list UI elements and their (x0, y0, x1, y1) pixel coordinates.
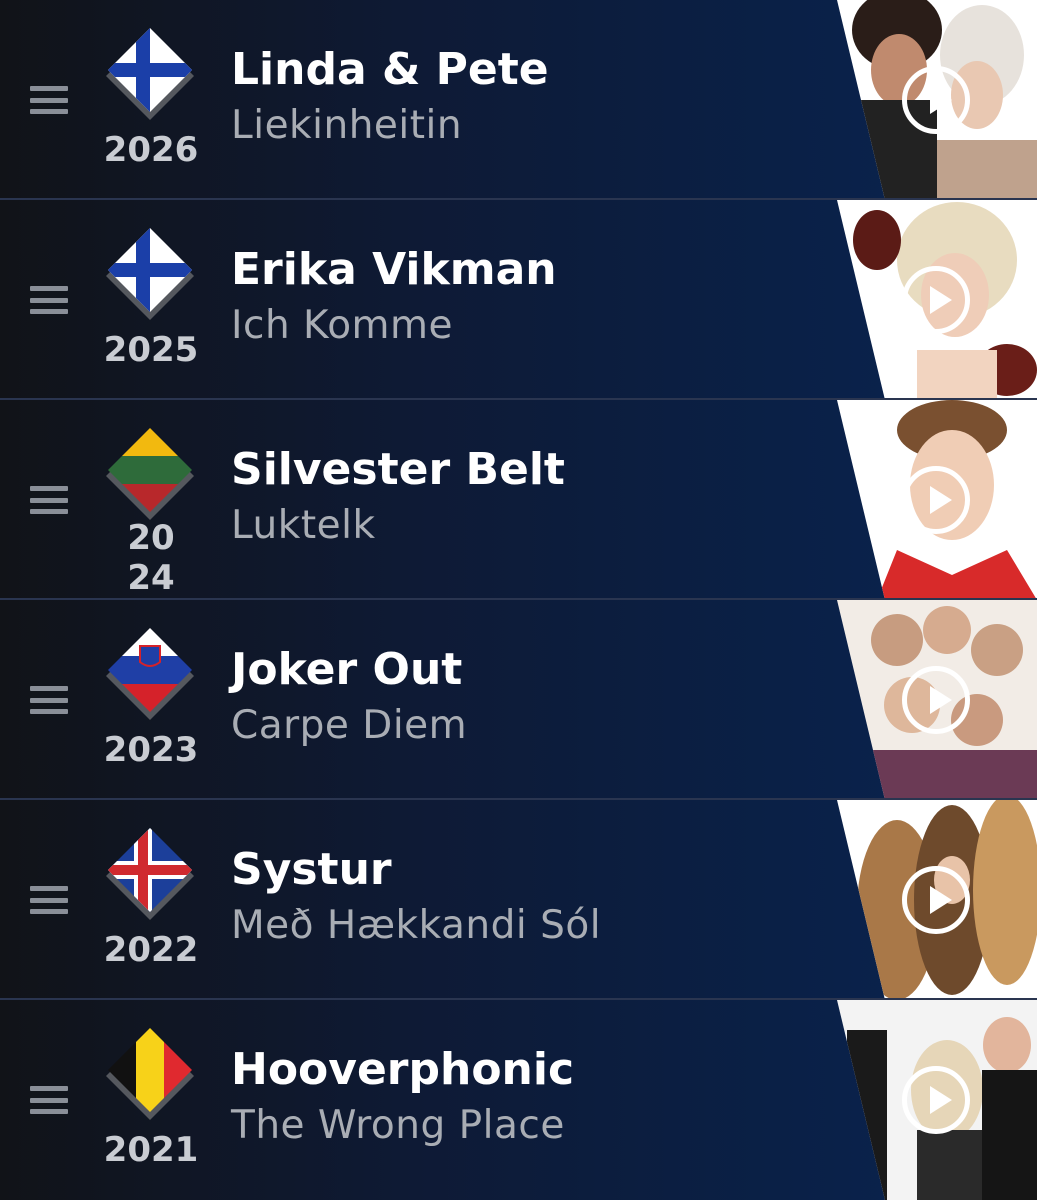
song-title: Með Hækkandi Sól (231, 903, 602, 948)
drag-handle-icon[interactable] (30, 86, 68, 114)
finland-flag-icon (106, 28, 194, 120)
entry-year: 2023 (103, 730, 199, 770)
finland-flag-icon (106, 228, 194, 320)
play-button[interactable] (902, 866, 970, 934)
drag-handle-icon[interactable] (30, 1086, 68, 1114)
play-button[interactable] (902, 1066, 970, 1134)
list-item[interactable]: 2024 Silvester Belt Luktelk (0, 400, 1037, 600)
slovenia-flag-icon (106, 628, 194, 720)
entries-list: 2026 Linda & Pete Liekinheitin 2025 Erik… (0, 0, 1037, 1200)
drag-handle-icon[interactable] (30, 286, 68, 314)
drag-handle-icon[interactable] (30, 486, 68, 514)
list-item[interactable]: 2023 Joker Out Carpe Diem (0, 600, 1037, 800)
list-item[interactable]: 2022 Systur Með Hækkandi Sól (0, 800, 1037, 1000)
play-button[interactable] (902, 666, 970, 734)
play-button[interactable] (902, 266, 970, 334)
entry-year: 2024 (127, 518, 175, 598)
list-item[interactable]: 2025 Erika Vikman Ich Komme (0, 200, 1037, 400)
song-title: Carpe Diem (231, 703, 468, 748)
drag-handle-icon[interactable] (30, 886, 68, 914)
song-title: Ich Komme (231, 303, 454, 348)
lithuania-flag-icon (106, 428, 194, 520)
belgium-flag-icon (106, 1028, 194, 1120)
artist-name: Hooverphonic (231, 1044, 575, 1095)
artist-name: Systur (231, 844, 392, 895)
song-title: Luktelk (231, 503, 376, 548)
entry-year: 2022 (103, 930, 199, 970)
entry-year: 2026 (103, 130, 199, 170)
artist-name: Silvester Belt (231, 444, 565, 495)
entry-year: 2021 (103, 1130, 199, 1170)
song-title: Liekinheitin (231, 103, 463, 148)
artist-name: Joker Out (231, 644, 463, 695)
iceland-flag-icon (106, 828, 194, 920)
list-item[interactable]: 2026 Linda & Pete Liekinheitin (0, 0, 1037, 200)
artist-name: Erika Vikman (231, 244, 557, 295)
artist-name: Linda & Pete (231, 44, 549, 95)
entry-year: 2025 (103, 330, 199, 370)
drag-handle-icon[interactable] (30, 686, 68, 714)
play-button[interactable] (902, 66, 970, 134)
song-title: The Wrong Place (231, 1103, 565, 1148)
list-item[interactable]: 2021 Hooverphonic The Wrong Place (0, 1000, 1037, 1200)
play-button[interactable] (902, 466, 970, 534)
